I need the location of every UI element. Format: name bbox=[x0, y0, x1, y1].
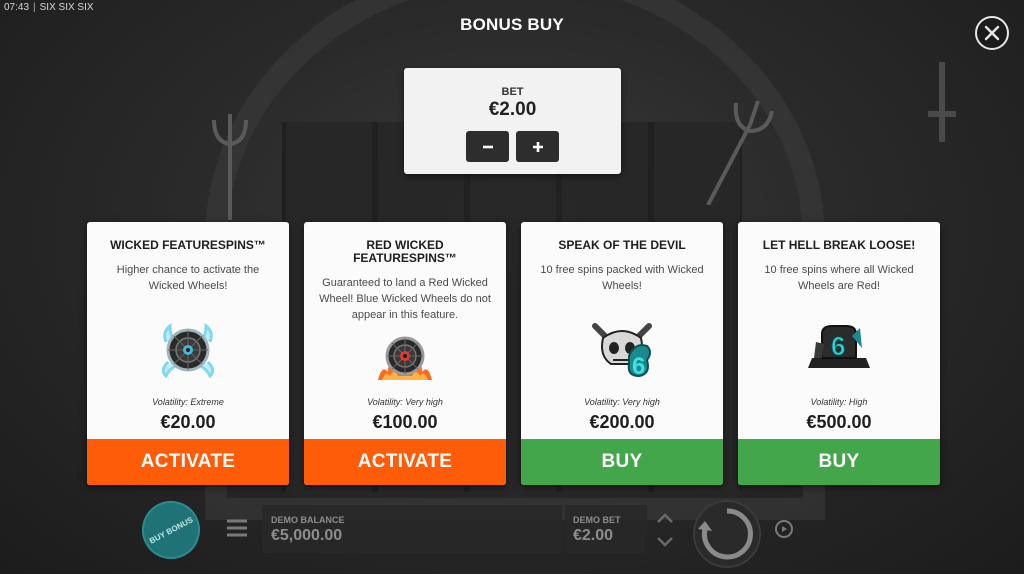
game-name: SIX SIX SIX bbox=[29, 2, 94, 13]
bet-stepper bbox=[404, 131, 621, 162]
card-price: €100.00 bbox=[372, 412, 438, 432]
autoplay-icon[interactable] bbox=[772, 517, 796, 541]
card-volatility: Volatility: Very high bbox=[584, 397, 660, 407]
balance-label: DEMO BALANCE bbox=[271, 515, 345, 525]
card-volatility: Volatility: Very high bbox=[367, 397, 443, 407]
bet-value: €2.00 bbox=[488, 99, 537, 120]
svg-text:6: 6 bbox=[632, 353, 645, 380]
card-description: 10 free spins packed with Wicked Wheels! bbox=[540, 264, 704, 292]
blue-wicked-wheel-icon bbox=[161, 322, 215, 378]
close-button[interactable] bbox=[975, 16, 1009, 50]
card-price: €20.00 bbox=[160, 412, 216, 432]
buy-button[interactable]: BUY bbox=[521, 439, 723, 485]
card-description: Higher chance to activate the Wicked Whe… bbox=[116, 264, 260, 292]
plus-icon bbox=[532, 141, 543, 152]
bet-panel: DEMO BET €2.00 bbox=[565, 505, 647, 553]
balance-value: €5,000.00 bbox=[271, 527, 343, 544]
card-image: 6 bbox=[521, 316, 723, 382]
trident-icon bbox=[212, 114, 248, 220]
card-image bbox=[304, 334, 506, 382]
devil-skull-six-icon: 6 bbox=[592, 323, 652, 380]
inverted-cross-icon bbox=[928, 62, 956, 142]
clock: 07:43 bbox=[4, 2, 30, 13]
tombstone-six-icon: 6 bbox=[808, 325, 870, 368]
bet-arrows-icon[interactable] bbox=[652, 508, 678, 552]
balance-panel: DEMO BALANCE €5,000.00 bbox=[262, 505, 562, 553]
card-image: 6 bbox=[738, 322, 940, 368]
demo-bet-value: €2.00 bbox=[573, 527, 614, 544]
minus-icon bbox=[482, 145, 493, 148]
demo-bet-label: DEMO BET bbox=[573, 515, 621, 525]
decrease-bet-button[interactable] bbox=[466, 131, 509, 162]
red-wicked-wheel-icon bbox=[378, 336, 432, 380]
bonus-card-speak-of-the-devil: SPEAK OF THE DEVIL 10 free spins packed … bbox=[521, 222, 723, 485]
bonus-card-red-wicked-featurespins: RED WICKED FEATURESPINS™ Guaranteed to l… bbox=[304, 222, 506, 485]
card-image bbox=[87, 322, 289, 378]
card-title: RED WICKED FEATURESPINS™ bbox=[353, 238, 457, 265]
status-bar: 07:43SIX SIX SIX bbox=[4, 2, 94, 13]
card-description: Guaranteed to land a Red Wicked Wheel! B… bbox=[319, 277, 491, 321]
buy-button[interactable]: BUY bbox=[738, 439, 940, 485]
page-title: BONUS BUY bbox=[460, 15, 564, 34]
card-volatility: Volatility: Extreme bbox=[152, 397, 224, 407]
card-title: LET HELL BREAK LOOSE! bbox=[762, 238, 916, 252]
spin-button[interactable] bbox=[692, 499, 762, 569]
card-title: WICKED FEATURESPINS™ bbox=[110, 238, 266, 252]
bonus-card-let-hell-break-loose: LET HELL BREAK LOOSE! 10 free spins wher… bbox=[738, 222, 940, 485]
card-title: SPEAK OF THE DEVIL bbox=[558, 238, 686, 252]
close-icon bbox=[984, 25, 1000, 41]
menu-icon[interactable] bbox=[226, 519, 248, 537]
increase-bet-button[interactable] bbox=[516, 131, 559, 162]
card-description: 10 free spins where all Wicked Wheels ar… bbox=[764, 264, 914, 292]
svg-text:6: 6 bbox=[831, 331, 845, 361]
card-price: €200.00 bbox=[589, 412, 655, 432]
activate-button[interactable]: ACTIVATE bbox=[87, 439, 289, 485]
activate-button[interactable]: ACTIVATE bbox=[304, 439, 506, 485]
bet-selector: BET €2.00 bbox=[404, 68, 621, 174]
bet-label: BET bbox=[501, 86, 524, 98]
card-volatility: Volatility: High bbox=[810, 397, 868, 407]
card-price: €500.00 bbox=[806, 412, 872, 432]
trident-icon bbox=[706, 100, 774, 205]
bonus-card-wicked-featurespins: WICKED FEATURESPINS™ Higher chance to ac… bbox=[87, 222, 289, 485]
